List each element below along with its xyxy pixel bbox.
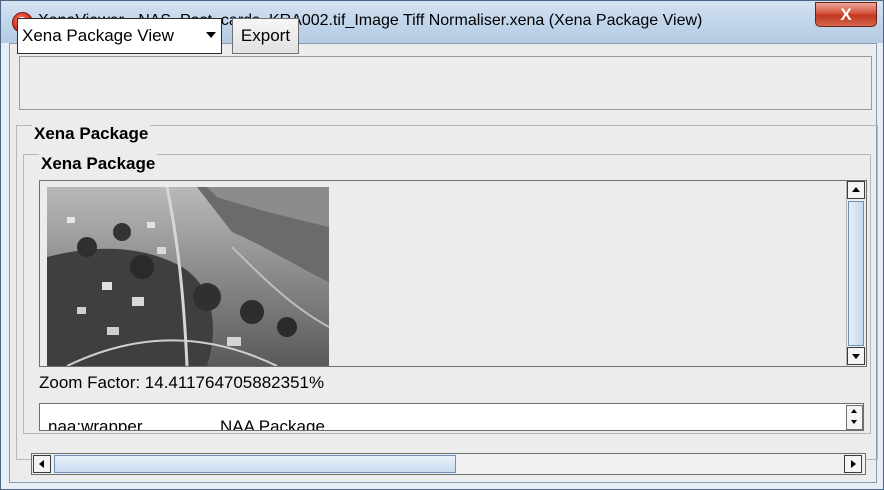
arrow-down-icon — [851, 420, 857, 424]
image-view-panel[interactable] — [39, 180, 867, 367]
horizontal-scroll-thumb[interactable] — [54, 455, 456, 473]
chevron-down-icon — [206, 32, 216, 38]
outer-group-title: Xena Package — [32, 124, 151, 144]
arrow-down-icon — [852, 354, 860, 359]
toolbar — [19, 56, 872, 110]
scroll-down-button[interactable] — [847, 347, 865, 365]
horizontal-scrollbar[interactable] — [31, 453, 866, 475]
view-select-dropdown[interactable]: Xena Package View — [17, 18, 222, 54]
scroll-right-button[interactable] — [844, 455, 862, 473]
vertical-scroll-thumb[interactable] — [848, 201, 864, 346]
arrow-up-icon — [851, 409, 857, 413]
properties-table[interactable]: naa:wrapper NAA Package — [39, 403, 864, 431]
export-button[interactable]: Export — [232, 18, 299, 54]
arrow-left-icon — [39, 460, 44, 468]
scroll-up-button[interactable] — [847, 181, 865, 199]
arrow-up-icon — [852, 187, 860, 192]
view-select-value: Xena Package View — [22, 26, 174, 45]
property-value: NAA Package — [220, 417, 325, 431]
properties-spin-scroll[interactable] — [846, 405, 863, 430]
app-window: XenaViewer - NAS_Post_cards_KRA002.tif_I… — [0, 0, 884, 490]
inner-group-title: Xena Package — [39, 154, 158, 174]
scroll-left-button[interactable] — [33, 455, 51, 473]
zoom-factor-label: Zoom Factor: 14.411764705882351% — [39, 373, 325, 392]
image-vertical-scrollbar[interactable] — [846, 181, 865, 366]
aerial-photo-of-town — [47, 187, 329, 366]
property-key: naa:wrapper — [48, 417, 143, 431]
arrow-right-icon — [851, 460, 856, 468]
close-button[interactable]: X — [815, 2, 877, 27]
